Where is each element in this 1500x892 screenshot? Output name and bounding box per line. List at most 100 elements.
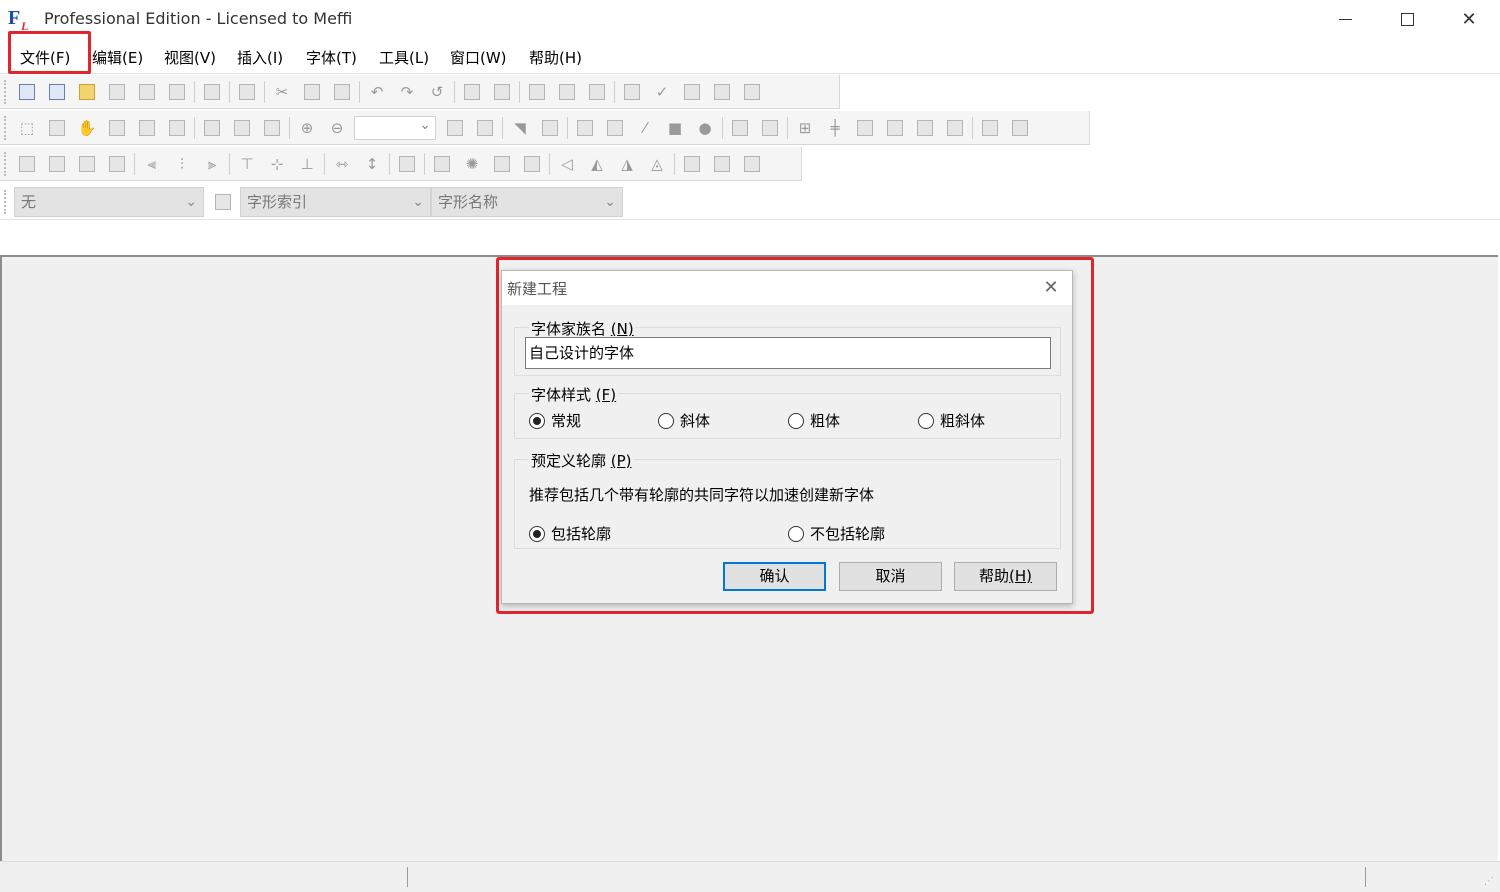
union-icon[interactable] [679,151,705,177]
close-icon[interactable]: ✕ [1040,277,1062,299]
zoom-select[interactable] [354,115,436,140]
toolbar-grip[interactable] [4,79,8,104]
prev-glyph-icon[interactable] [727,115,753,141]
scale-icon[interactable] [229,115,255,141]
menu-edit[interactable]: 编辑(E) [92,47,143,68]
layer-down-icon[interactable] [104,151,130,177]
function-icon[interactable] [602,115,628,141]
minimize-icon[interactable] [1314,0,1376,38]
eraser-icon[interactable] [164,115,190,141]
image-icon[interactable] [199,115,225,141]
rectangle-icon[interactable]: ■ [662,115,688,141]
paste-icon[interactable] [329,79,355,105]
align-top-icon[interactable]: ⊤ [234,151,260,177]
exclude-outline-radio[interactable]: 不包括轮廓 [788,523,885,544]
info-icon[interactable] [739,79,765,105]
toolbar-grip[interactable] [4,115,8,140]
save-icon[interactable] [104,79,130,105]
skew-icon[interactable]: ◬ [644,151,670,177]
print-icon[interactable] [199,79,225,105]
flip-icon[interactable]: ◁ [554,151,580,177]
fit-all-icon[interactable] [472,115,498,141]
layer-back-icon[interactable] [44,151,70,177]
align-middle-icon[interactable]: ⊹ [264,151,290,177]
bold-frame-icon[interactable] [942,115,968,141]
toolbar-grip[interactable] [4,151,8,176]
node-edit-icon[interactable] [537,115,563,141]
close-window-icon[interactable]: ✕ [1438,0,1500,38]
style-regular-radio[interactable]: 常规 [529,410,581,431]
panel-icon[interactable] [394,151,420,177]
help-button[interactable]: 帮助(H) [954,562,1057,591]
align-bottom-icon[interactable]: ⊥ [294,151,320,177]
metrics-icon[interactable] [852,115,878,141]
glyph-set-select[interactable]: 无 ⌄ [14,187,204,217]
preview-icon[interactable] [619,79,645,105]
components-icon[interactable] [1007,115,1033,141]
menu-help[interactable]: 帮助(H) [529,47,582,68]
rotate-ccw-icon[interactable] [519,151,545,177]
zoom-out-icon[interactable]: ⊖ [324,115,350,141]
refresh-icon[interactable]: ↺ [424,79,450,105]
copy-icon[interactable] [299,79,325,105]
menu-font[interactable]: 字体(T) [306,47,357,68]
rotate-icon[interactable] [489,151,515,177]
hinting-icon[interactable] [912,115,938,141]
undo-icon[interactable]: ↶ [364,79,390,105]
subtract-icon[interactable] [739,151,765,177]
style-bold-italic-radio[interactable]: 粗斜体 [918,410,985,431]
hand-icon[interactable]: ✋ [74,115,100,141]
distribute-v-icon[interactable]: ↕ [359,151,385,177]
line-icon[interactable]: ⁄ [632,115,658,141]
cancel-button[interactable]: 取消 [839,562,942,591]
nodes-icon[interactable] [977,115,1003,141]
distribute-h-icon[interactable]: ⇿ [329,151,355,177]
export-glyph-icon[interactable] [489,79,515,105]
layer-front-icon[interactable] [14,151,40,177]
validate-icon[interactable] [554,79,580,105]
check-icon[interactable]: ✓ [649,79,675,105]
redo-icon[interactable]: ↷ [394,79,420,105]
auto-metric-icon[interactable] [259,115,285,141]
new-project-icon[interactable] [44,79,70,105]
menu-window[interactable]: 窗口(W) [450,47,507,68]
align-center-icon[interactable]: ⫶ [169,151,195,177]
import-glyph-icon[interactable] [459,79,485,105]
generate-icon[interactable] [679,79,705,105]
measure-icon[interactable] [104,115,130,141]
pen-icon[interactable] [134,115,160,141]
export-icon[interactable] [164,79,190,105]
clean-icon[interactable] [429,151,455,177]
include-outline-radio[interactable]: 包括轮廓 [529,523,611,544]
mirror-icon[interactable]: ◭ [584,151,610,177]
next-glyph-icon[interactable] [757,115,783,141]
style-bold-radio[interactable]: 粗体 [788,410,840,431]
menu-tools[interactable]: 工具(L) [379,47,429,68]
guide-icon[interactable]: ╪ [822,115,848,141]
menu-view[interactable]: 视图(V) [164,47,216,68]
fit-icon[interactable] [442,115,468,141]
brush-icon[interactable] [524,79,550,105]
bounds-icon[interactable] [882,115,908,141]
effects-icon[interactable]: ✺ [459,151,485,177]
align-left-icon[interactable]: ⫷ [139,151,165,177]
generate-all-icon[interactable] [709,79,735,105]
glyph-name-select[interactable]: 字形名称 ⌄ [431,187,623,217]
ok-button[interactable]: 确认 [723,562,826,591]
grid-icon[interactable]: ⊞ [792,115,818,141]
slant-icon[interactable]: ◮ [614,151,640,177]
save-all-icon[interactable] [134,79,160,105]
ellipse-icon[interactable]: ● [692,115,718,141]
open-folder-icon[interactable] [74,79,100,105]
menu-insert[interactable]: 插入(I) [237,47,283,68]
zoom-in-icon[interactable]: ⊕ [294,115,320,141]
intersect-icon[interactable] [709,151,735,177]
family-name-input[interactable]: 自己设计的字体 [525,337,1051,369]
lasso-icon[interactable] [44,115,70,141]
rect-select-icon[interactable]: ⬚ [14,115,40,141]
layer-up-icon[interactable] [74,151,100,177]
find-icon[interactable] [234,79,260,105]
style-italic-radio[interactable]: 斜体 [658,410,710,431]
resize-grip-icon[interactable]: ⋰ [1484,876,1496,888]
glyph-index-select[interactable]: 字形索引 ⌄ [240,187,431,217]
